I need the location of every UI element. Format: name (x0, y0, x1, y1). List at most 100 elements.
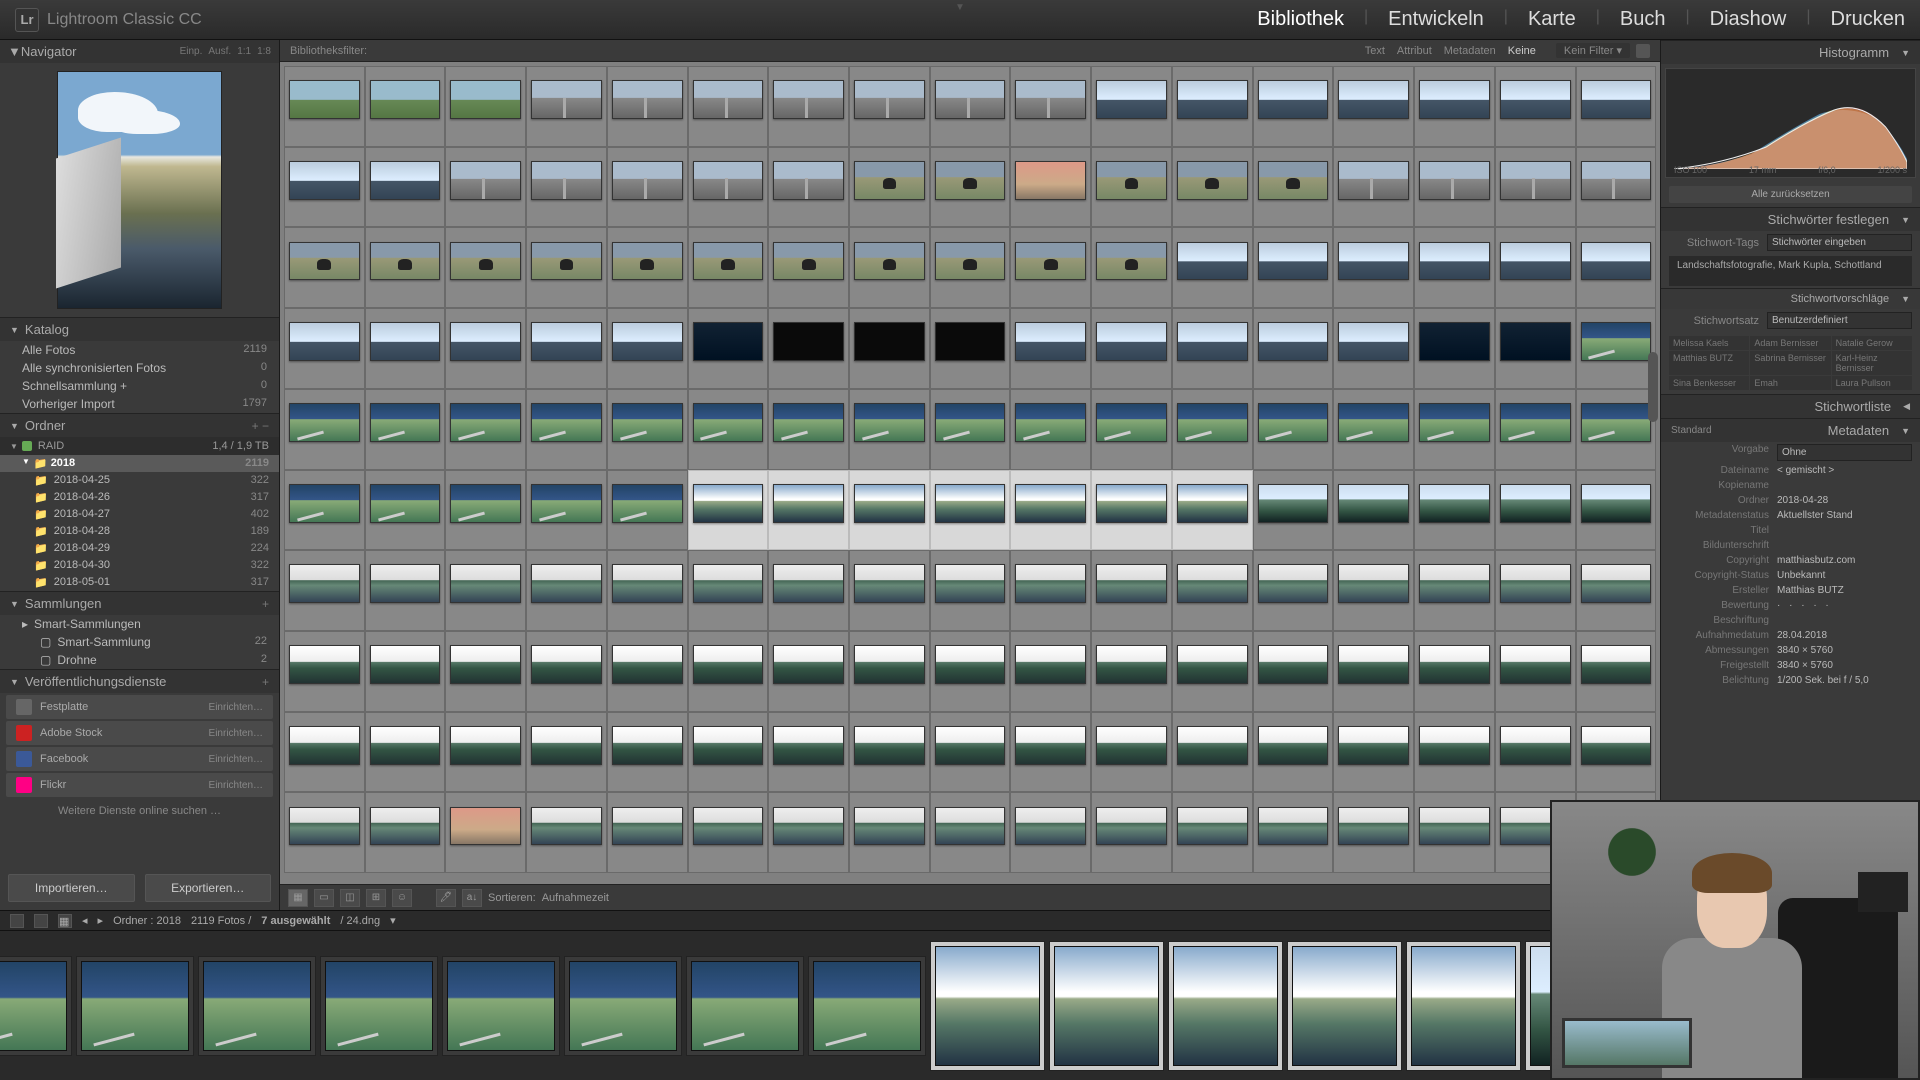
grid-thumbnail[interactable] (365, 389, 446, 470)
keyword-suggestion[interactable]: Laura Pullson (1832, 376, 1912, 390)
collection-item[interactable]: ▢Smart-Sammlung22 (0, 633, 279, 651)
metadata-value[interactable]: < gemischt > (1777, 465, 1912, 476)
publish-service[interactable]: FacebookEinrichten… (6, 747, 273, 771)
reset-all-button[interactable]: Alle zurücksetzen (1669, 186, 1912, 203)
grid-thumbnail[interactable] (526, 66, 607, 147)
grid-thumbnail[interactable] (1010, 792, 1091, 873)
import-button[interactable]: Importieren… (8, 874, 135, 902)
grid-thumbnail[interactable] (1253, 389, 1334, 470)
second-window-2-button[interactable] (34, 914, 48, 928)
grid-thumbnail[interactable] (1253, 147, 1334, 228)
filter-lock-icon[interactable] (1636, 44, 1650, 58)
filmstrip-thumbnail[interactable] (1168, 941, 1283, 1071)
grid-thumbnail[interactable] (445, 550, 526, 631)
grid-thumbnail[interactable] (607, 308, 688, 389)
grid-thumbnail[interactable] (365, 470, 446, 551)
grid-thumbnail[interactable] (1414, 308, 1495, 389)
metadata-value[interactable]: Unbekannt (1777, 570, 1912, 581)
filter-tab[interactable]: Attribut (1397, 45, 1432, 57)
metadata-value[interactable]: 3840 × 5760 (1777, 660, 1912, 671)
metadata-value[interactable]: matthiasbutz.com (1777, 555, 1912, 566)
folder-date[interactable]: 📁2018-04-28189 (0, 523, 279, 540)
keyword-suggestion[interactable]: Matthias BUTZ (1669, 351, 1749, 375)
grid-thumbnail[interactable] (365, 550, 446, 631)
zoom-level[interactable]: 1:1 (237, 46, 251, 57)
collections-header[interactable]: ▼ Sammlungen + (0, 591, 279, 615)
grid-view[interactable] (280, 62, 1660, 884)
grid-thumbnail[interactable] (688, 470, 769, 551)
grid-thumbnail[interactable] (1172, 712, 1253, 793)
grid-thumbnail[interactable] (1172, 308, 1253, 389)
filmstrip-thumbnail[interactable] (76, 956, 194, 1056)
grid-thumbnail[interactable] (1576, 66, 1657, 147)
filmstrip-thumbnail[interactable] (1287, 941, 1402, 1071)
grid-thumbnail[interactable] (607, 227, 688, 308)
navigator-preview[interactable] (57, 71, 222, 309)
grid-thumbnail[interactable] (445, 147, 526, 228)
grid-thumbnail[interactable] (1010, 227, 1091, 308)
catalog-header[interactable]: ▼ Katalog (0, 317, 279, 341)
grid-thumbnail[interactable] (284, 389, 365, 470)
view-compare-button[interactable]: ◫ (340, 889, 360, 907)
grid-thumbnail[interactable] (284, 147, 365, 228)
grid-thumbnail[interactable] (1576, 308, 1657, 389)
grid-thumbnail[interactable] (768, 308, 849, 389)
grid-thumbnail[interactable] (1576, 389, 1657, 470)
grid-thumbnail[interactable] (1010, 631, 1091, 712)
collection-item[interactable]: ▢Drohne2 (0, 651, 279, 669)
grid-thumbnail[interactable] (930, 792, 1011, 873)
grid-thumbnail[interactable] (284, 631, 365, 712)
sort-dropdown[interactable]: Aufnahmezeit (542, 892, 609, 904)
grid-thumbnail[interactable] (365, 792, 446, 873)
grid-thumbnail[interactable] (1333, 227, 1414, 308)
grid-thumbnail[interactable] (1495, 66, 1576, 147)
grid-thumbnail[interactable] (1576, 550, 1657, 631)
volume-row[interactable]: ▼ RAID 1,4 / 1,9 TB (0, 437, 279, 455)
grid-thumbnail[interactable] (1414, 792, 1495, 873)
grid-thumbnail[interactable] (445, 631, 526, 712)
keyword-set-dropdown[interactable]: Benutzerdefiniert (1767, 312, 1912, 329)
keyword-list-header[interactable]: Stichwortliste ◀ (1661, 394, 1920, 418)
grid-thumbnail[interactable] (1172, 66, 1253, 147)
filmstrip-thumbnail[interactable] (0, 956, 72, 1056)
grid-thumbnail[interactable] (284, 792, 365, 873)
grid-thumbnail[interactable] (284, 308, 365, 389)
grid-thumbnail[interactable] (1091, 712, 1172, 793)
grid-thumbnail[interactable] (1576, 147, 1657, 228)
keyword-suggestion[interactable]: Adam Bernisser (1750, 336, 1830, 350)
grid-thumbnail[interactable] (365, 147, 446, 228)
grid-small-icon[interactable]: ▦ (58, 914, 72, 928)
grid-thumbnail[interactable] (365, 631, 446, 712)
metadata-value[interactable]: 28.04.2018 (1777, 630, 1912, 641)
grid-thumbnail[interactable] (930, 470, 1011, 551)
painter-tool-button[interactable]: 🖊 (436, 889, 456, 907)
grid-thumbnail[interactable] (526, 308, 607, 389)
grid-thumbnail[interactable] (768, 631, 849, 712)
grid-thumbnail[interactable] (1414, 470, 1495, 551)
grid-thumbnail[interactable] (688, 147, 769, 228)
grid-thumbnail[interactable] (607, 550, 688, 631)
grid-thumbnail[interactable] (1091, 147, 1172, 228)
grid-thumbnail[interactable] (768, 792, 849, 873)
catalog-item[interactable]: Alle synchronisierten Fotos0 (0, 359, 279, 377)
grid-thumbnail[interactable] (607, 712, 688, 793)
grid-thumbnail[interactable] (849, 66, 930, 147)
filmstrip-thumbnail[interactable] (1406, 941, 1521, 1071)
grid-thumbnail[interactable] (445, 308, 526, 389)
grid-thumbnail[interactable] (930, 66, 1011, 147)
grid-thumbnail[interactable] (607, 792, 688, 873)
grid-thumbnail[interactable] (1576, 712, 1657, 793)
navigator-header[interactable]: ▼ Navigator Einp.Ausf.1:11:8 (0, 40, 279, 63)
grid-thumbnail[interactable] (688, 712, 769, 793)
grid-thumbnail[interactable] (688, 550, 769, 631)
grid-thumbnail[interactable] (365, 308, 446, 389)
grid-thumbnail[interactable] (526, 631, 607, 712)
grid-thumbnail[interactable] (1091, 66, 1172, 147)
grid-thumbnail[interactable] (768, 712, 849, 793)
publish-header[interactable]: ▼ Veröffentlichungsdienste + (0, 669, 279, 693)
grid-thumbnail[interactable] (1010, 389, 1091, 470)
catalog-item[interactable]: Alle Fotos2119 (0, 341, 279, 359)
grid-thumbnail[interactable] (688, 308, 769, 389)
export-button[interactable]: Exportieren… (145, 874, 272, 902)
grid-thumbnail[interactable] (1333, 792, 1414, 873)
